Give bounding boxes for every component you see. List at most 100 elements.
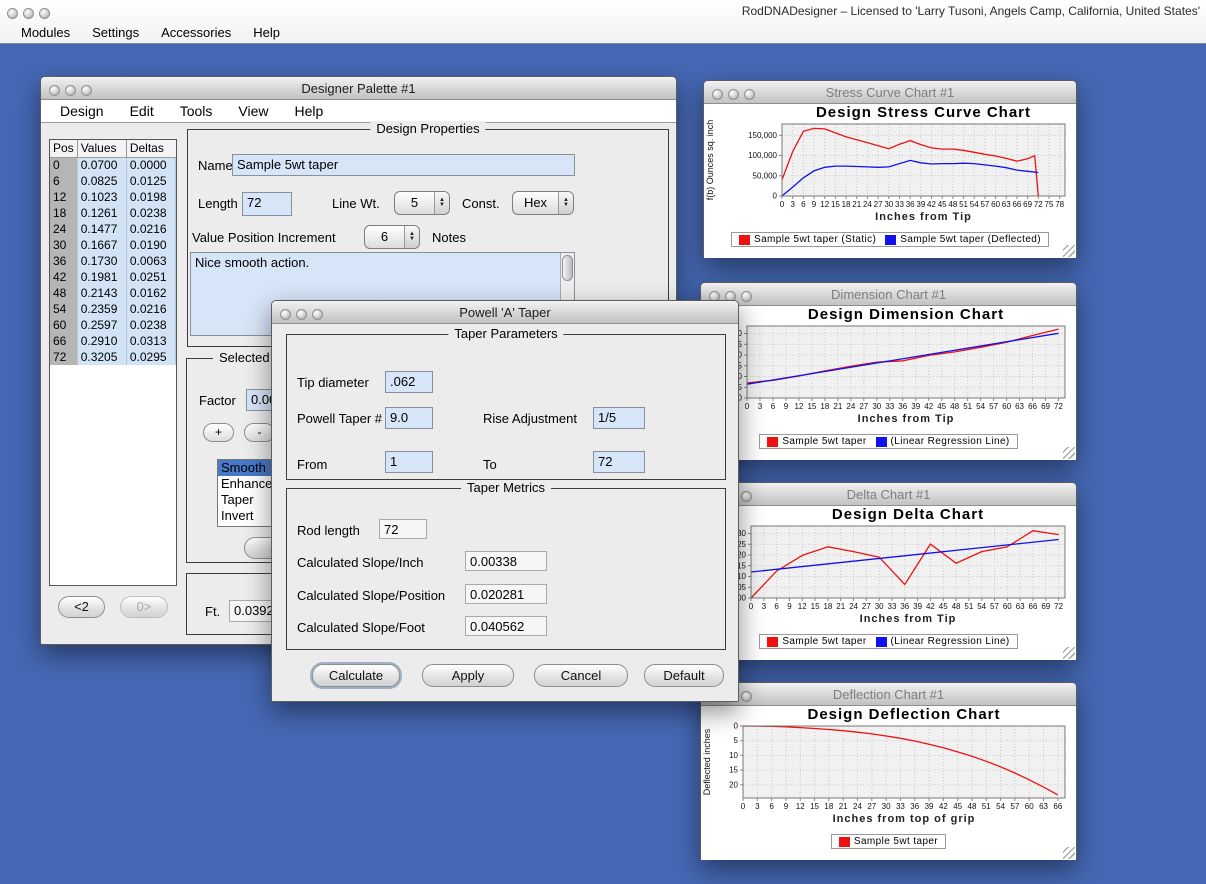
- resize-grip-icon[interactable]: [1063, 245, 1075, 257]
- table-cell[interactable]: 0.1981: [77, 269, 126, 285]
- cancel-button[interactable]: Cancel: [534, 664, 628, 687]
- table-row[interactable]: 720.32050.0295: [50, 349, 176, 365]
- table-cell[interactable]: 0.0700: [77, 157, 126, 173]
- table-cell[interactable]: 0.0238: [126, 317, 175, 333]
- minimize-icon[interactable]: [23, 8, 34, 19]
- to-field[interactable]: 72: [593, 451, 645, 473]
- table-cell[interactable]: 0.0216: [126, 221, 175, 237]
- taper-values-table[interactable]: Pos Values Deltas 00.07000.000060.08250.…: [49, 139, 177, 586]
- nav-forward-button[interactable]: 0>: [120, 596, 168, 618]
- zoom-icon[interactable]: [744, 89, 755, 100]
- table-cell[interactable]: 36: [50, 253, 77, 269]
- close-icon[interactable]: [712, 89, 723, 100]
- col-header-pos[interactable]: Pos: [50, 140, 77, 157]
- dimension-window-titlebar[interactable]: Dimension Chart #1: [701, 283, 1076, 306]
- table-cell[interactable]: 0.0238: [126, 205, 175, 221]
- table-cell[interactable]: 0.0251: [126, 269, 175, 285]
- table-cell[interactable]: 0.1667: [77, 237, 126, 253]
- app-menu-item-3[interactable]: Help: [242, 25, 291, 40]
- zoom-icon[interactable]: [39, 8, 50, 19]
- resize-grip-icon[interactable]: [1063, 647, 1075, 659]
- zoom-icon[interactable]: [741, 491, 752, 502]
- table-cell[interactable]: 0.0825: [77, 173, 126, 189]
- table-row[interactable]: 480.21430.0162: [50, 285, 176, 301]
- table-row[interactable]: 00.07000.0000: [50, 157, 176, 173]
- table-cell[interactable]: 0.0190: [126, 237, 175, 253]
- app-window-controls[interactable]: [7, 5, 55, 23]
- table-cell[interactable]: 0.0313: [126, 333, 175, 349]
- palette-menu-item-4[interactable]: Help: [282, 103, 337, 119]
- zoom-icon[interactable]: [741, 291, 752, 302]
- palette-menu-item-0[interactable]: Design: [47, 103, 117, 119]
- name-field[interactable]: Sample 5wt taper: [232, 154, 575, 176]
- table-cell[interactable]: 0.0295: [126, 349, 175, 365]
- slope-position-field[interactable]: 0.020281: [465, 584, 547, 604]
- close-icon[interactable]: [280, 309, 291, 320]
- table-cell[interactable]: 0.1477: [77, 221, 126, 237]
- rise-adjustment-field[interactable]: 1/5: [593, 407, 645, 429]
- table-cell[interactable]: 42: [50, 269, 77, 285]
- table-row[interactable]: 240.14770.0216: [50, 221, 176, 237]
- table-cell[interactable]: 0.0162: [126, 285, 175, 301]
- table-cell[interactable]: 0: [50, 157, 77, 173]
- table-cell[interactable]: 54: [50, 301, 77, 317]
- table-cell[interactable]: 0.1023: [77, 189, 126, 205]
- table-cell[interactable]: 60: [50, 317, 77, 333]
- close-icon[interactable]: [7, 8, 18, 19]
- minimize-icon[interactable]: [728, 89, 739, 100]
- deflection-window-titlebar[interactable]: Deflection Chart #1: [701, 683, 1076, 706]
- zoom-icon[interactable]: [312, 309, 323, 320]
- table-row[interactable]: 420.19810.0251: [50, 269, 176, 285]
- vpi-stepper[interactable]: 6▲▼: [364, 225, 420, 249]
- app-menu-item-1[interactable]: Settings: [81, 25, 150, 40]
- from-field[interactable]: 1: [385, 451, 433, 473]
- table-row[interactable]: 120.10230.0198: [50, 189, 176, 205]
- delta-window-titlebar[interactable]: Delta Chart #1: [701, 483, 1076, 506]
- table-cell[interactable]: 18: [50, 205, 77, 221]
- table-cell[interactable]: 6: [50, 173, 77, 189]
- table-cell[interactable]: 0.1261: [77, 205, 126, 221]
- app-menu-item-2[interactable]: Accessories: [150, 25, 242, 40]
- const-stepper[interactable]: Hex▲▼: [512, 191, 574, 215]
- table-cell[interactable]: 66: [50, 333, 77, 349]
- stress-window-titlebar[interactable]: Stress Curve Chart #1: [704, 81, 1076, 104]
- table-row[interactable]: 60.08250.0125: [50, 173, 176, 189]
- table-cell[interactable]: 48: [50, 285, 77, 301]
- table-cell[interactable]: 0.0125: [126, 173, 175, 189]
- table-cell[interactable]: 30: [50, 237, 77, 253]
- powell-taper-field[interactable]: 9.0: [385, 407, 433, 429]
- table-cell[interactable]: 0.0198: [126, 189, 175, 205]
- table-cell[interactable]: 72: [50, 349, 77, 365]
- minimize-icon[interactable]: [65, 85, 76, 96]
- table-cell[interactable]: 0.2910: [77, 333, 126, 349]
- scrollbar-thumb[interactable]: [562, 255, 573, 281]
- slope-inch-field[interactable]: 0.00338: [465, 551, 547, 571]
- col-header-values[interactable]: Values: [77, 140, 126, 157]
- table-cell[interactable]: 12: [50, 189, 77, 205]
- plus-button[interactable]: +: [203, 423, 234, 442]
- palette-menu-item-3[interactable]: View: [225, 103, 281, 119]
- table-row[interactable]: 540.23590.0216: [50, 301, 176, 317]
- table-row[interactable]: 360.17300.0063: [50, 253, 176, 269]
- rod-length-field[interactable]: 72: [379, 519, 427, 539]
- table-cell[interactable]: 0.0063: [126, 253, 175, 269]
- tip-diameter-field[interactable]: .062: [385, 371, 433, 393]
- resize-grip-icon[interactable]: [1063, 847, 1075, 859]
- minimize-icon[interactable]: [296, 309, 307, 320]
- palette-menu-item-2[interactable]: Tools: [167, 103, 226, 119]
- app-menu-item-0[interactable]: Modules: [10, 25, 81, 40]
- zoom-icon[interactable]: [741, 691, 752, 702]
- table-cell[interactable]: 0.2359: [77, 301, 126, 317]
- nav-back-button[interactable]: <2: [58, 596, 105, 618]
- table-cell[interactable]: 0.0216: [126, 301, 175, 317]
- table-cell[interactable]: 0.2597: [77, 317, 126, 333]
- table-cell[interactable]: 0.0000: [126, 157, 175, 173]
- resize-grip-icon[interactable]: [1063, 447, 1075, 459]
- default-button[interactable]: Default: [644, 664, 724, 687]
- table-row[interactable]: 660.29100.0313: [50, 333, 176, 349]
- table-cell[interactable]: 24: [50, 221, 77, 237]
- close-icon[interactable]: [49, 85, 60, 96]
- table-row[interactable]: 300.16670.0190: [50, 237, 176, 253]
- dialog-titlebar[interactable]: Powell 'A' Taper: [272, 301, 738, 324]
- calculate-button[interactable]: Calculate: [312, 664, 400, 687]
